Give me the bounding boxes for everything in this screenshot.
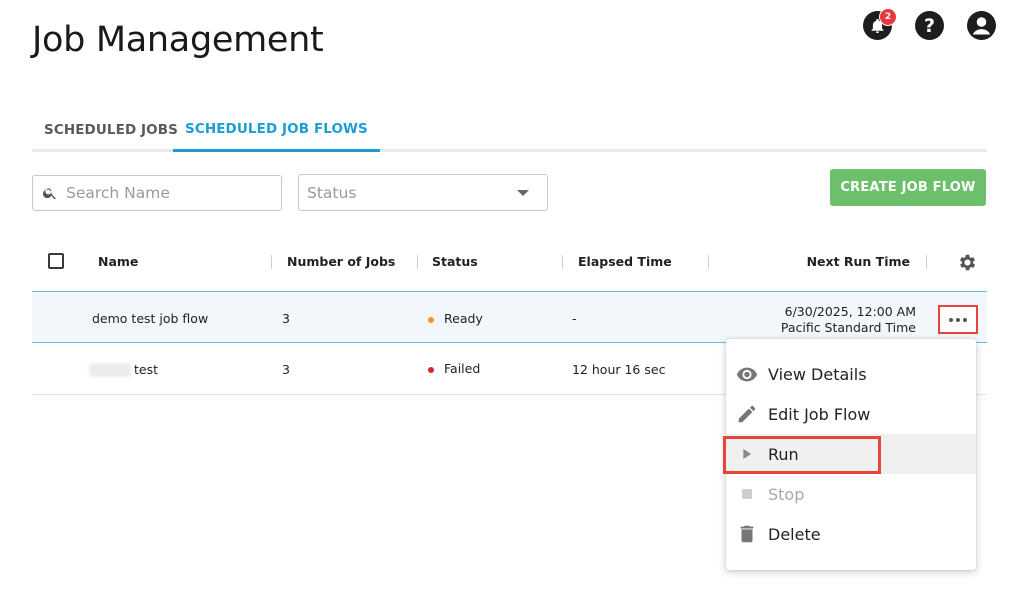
more-dot-icon bbox=[963, 317, 967, 322]
menu-item-run[interactable]: Run bbox=[726, 434, 976, 474]
column-header-number-of-jobs[interactable]: Number of Jobs bbox=[287, 254, 395, 269]
chevron-down-icon bbox=[517, 189, 529, 196]
job-flow-name[interactable]: demo test job flow bbox=[92, 311, 208, 326]
status-cell: Ready bbox=[428, 311, 483, 326]
status-cell: Failed bbox=[428, 361, 480, 376]
status-text: Failed bbox=[444, 361, 481, 376]
help-icon: ? bbox=[923, 14, 936, 37]
status-dot-icon bbox=[428, 316, 434, 323]
elapsed-time: 12 hour 16 sec bbox=[572, 362, 666, 377]
column-header-elapsed-time[interactable]: Elapsed Time bbox=[578, 254, 672, 269]
status-filter-dropdown[interactable]: Status bbox=[298, 174, 548, 211]
menu-item-label: Run bbox=[768, 444, 799, 464]
next-run-timezone: Pacific Standard Time bbox=[780, 320, 916, 335]
gear-icon bbox=[959, 254, 976, 271]
column-divider bbox=[926, 255, 927, 269]
number-of-jobs: 3 bbox=[282, 362, 290, 377]
column-settings-button[interactable] bbox=[957, 252, 978, 277]
next-run-date: 6/30/2025, 12:00 AM bbox=[784, 304, 916, 319]
status-filter-placeholder: Status bbox=[307, 183, 357, 202]
more-dot-icon bbox=[956, 317, 960, 322]
search-input[interactable] bbox=[64, 183, 268, 203]
create-job-flow-button[interactable]: CREATE JOB FLOW bbox=[830, 169, 986, 206]
menu-item-label: Edit Job Flow bbox=[768, 404, 871, 424]
job-flow-name[interactable]: test bbox=[134, 362, 158, 377]
column-divider bbox=[708, 255, 709, 269]
search-box[interactable] bbox=[32, 175, 282, 211]
trash-icon bbox=[736, 523, 758, 545]
menu-item-edit-job-flow[interactable]: Edit Job Flow bbox=[726, 394, 976, 434]
menu-item-label: Stop bbox=[768, 484, 805, 504]
redacted-name-prefix bbox=[89, 363, 131, 377]
play-icon bbox=[736, 443, 758, 465]
menu-item-view-details[interactable]: View Details bbox=[726, 354, 976, 394]
elapsed-time: - bbox=[572, 311, 577, 326]
column-header-next-run-time[interactable]: Next Run Time bbox=[807, 254, 910, 269]
select-all-checkbox[interactable] bbox=[48, 253, 64, 269]
help-button[interactable]: ? bbox=[915, 11, 944, 40]
column-divider bbox=[562, 255, 563, 269]
number-of-jobs: 3 bbox=[282, 311, 290, 326]
status-text: Ready bbox=[444, 311, 483, 326]
eye-icon bbox=[736, 363, 758, 385]
search-icon bbox=[42, 188, 56, 200]
column-divider bbox=[417, 255, 418, 269]
column-header-status[interactable]: Status bbox=[432, 254, 478, 269]
more-dot-icon bbox=[949, 317, 953, 322]
pencil-icon bbox=[736, 403, 758, 425]
menu-item-delete[interactable]: Delete bbox=[726, 514, 976, 554]
page-title: Job Management bbox=[32, 20, 324, 60]
menu-item-label: View Details bbox=[768, 364, 867, 384]
notification-count-badge: 2 bbox=[879, 8, 897, 26]
tab-scheduled-job-flows[interactable]: SCHEDULED JOB FLOWS bbox=[173, 108, 380, 152]
account-button[interactable] bbox=[967, 11, 996, 40]
status-dot-icon bbox=[428, 366, 434, 373]
tab-scheduled-jobs[interactable]: SCHEDULED JOBS bbox=[32, 108, 190, 152]
row-actions-button[interactable] bbox=[938, 305, 978, 334]
column-divider bbox=[271, 255, 272, 269]
next-run-time: 6/30/2025, 12:00 AM Pacific Standard Tim… bbox=[781, 304, 916, 336]
menu-item-label: Delete bbox=[768, 524, 821, 544]
user-icon bbox=[972, 17, 991, 35]
stop-icon bbox=[736, 483, 758, 505]
column-header-name[interactable]: Name bbox=[98, 254, 138, 269]
menu-item-stop[interactable]: Stop bbox=[726, 474, 976, 514]
